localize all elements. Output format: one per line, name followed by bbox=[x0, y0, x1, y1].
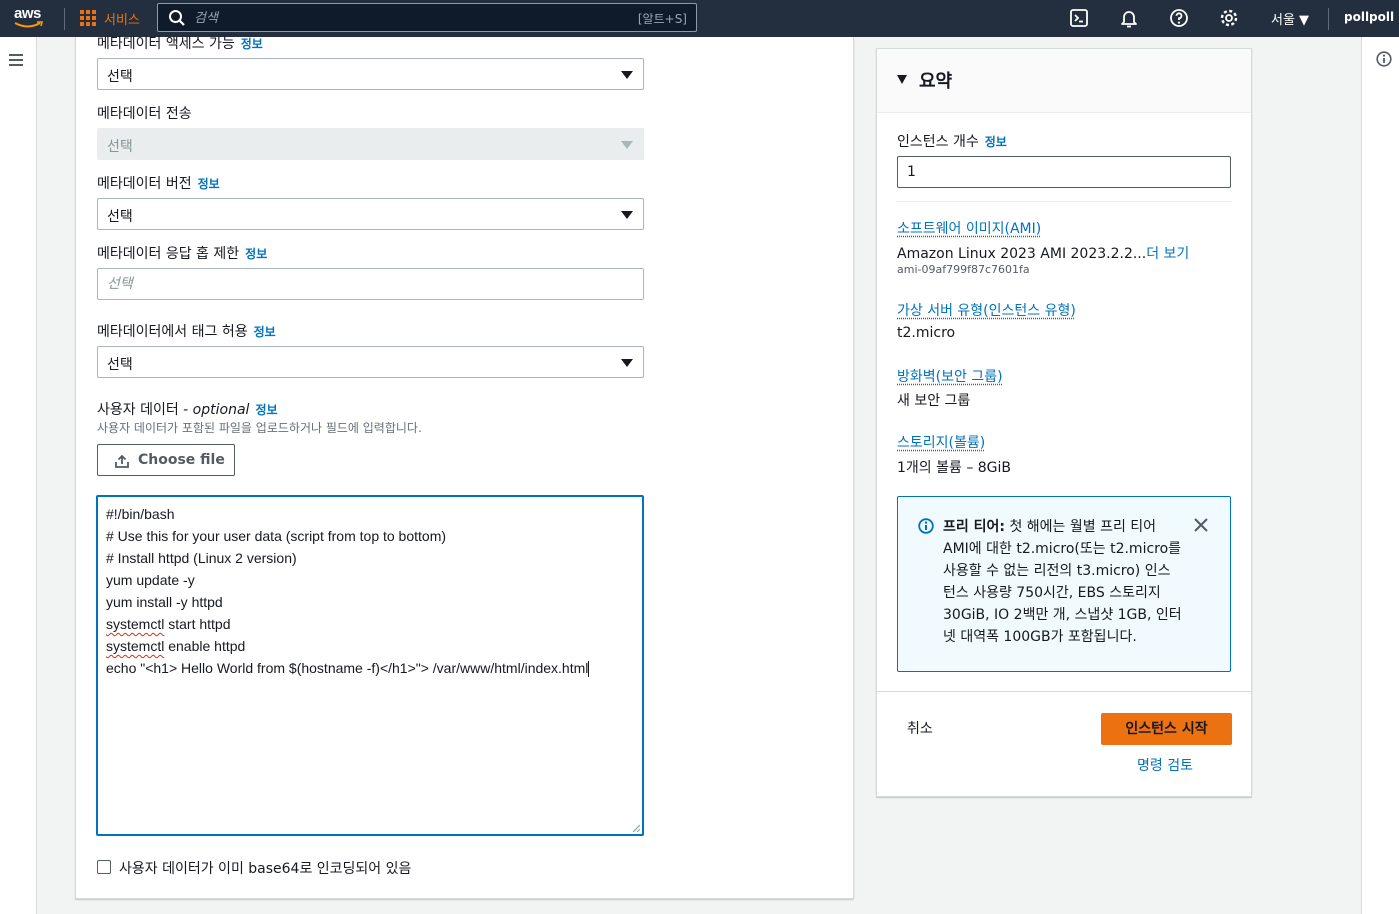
code-line: #!/bin/bash bbox=[106, 506, 175, 522]
instance-type-link[interactable]: 가상 서버 유형(인스턴스 유형) bbox=[897, 300, 1076, 320]
free-tier-alert: 프리 티어: 첫 해에는 월별 프리 티어 AMI에 대한 t2.micro(또… bbox=[897, 496, 1231, 672]
services-grid-icon[interactable] bbox=[80, 10, 96, 26]
code-line: yum install -y httpd bbox=[106, 594, 223, 610]
user-data-textarea[interactable]: #!/bin/bash # Use this for your user data… bbox=[96, 495, 644, 836]
summary-panel: 요약 인스턴스 개수 정보 1 소프트웨어 이미지(AMI) Amazon Lin… bbox=[876, 48, 1252, 797]
instance-type-value: t2.micro bbox=[897, 325, 956, 341]
metadata-transport-label: 메타데이터 전송 bbox=[97, 106, 192, 122]
resize-grip-icon[interactable] bbox=[632, 824, 641, 833]
summary-title: 요약 bbox=[919, 71, 953, 92]
ami-more-link[interactable]: 더 보기 bbox=[1146, 246, 1189, 262]
metadata-hop-limit-input[interactable] bbox=[107, 275, 627, 293]
services-menu[interactable]: 서비스 bbox=[104, 9, 140, 28]
firewall-link[interactable]: 방화벽(보안 그룹) bbox=[897, 366, 1003, 386]
metadata-hop-limit-label: 메타데이터 응답 홉 제한 정보 bbox=[97, 246, 268, 262]
info-link[interactable]: 정보 bbox=[255, 403, 277, 417]
launch-instance-button[interactable]: 인스턴스 시작 bbox=[1101, 713, 1232, 745]
code-line: yum update -y bbox=[106, 572, 195, 588]
search-bar[interactable]: [알트+S] bbox=[157, 3, 697, 32]
storage-link[interactable]: 스토리지(볼륨) bbox=[897, 432, 985, 452]
divider bbox=[877, 691, 1251, 692]
choose-file-button[interactable]: Choose file bbox=[97, 444, 235, 476]
code-line: echo "<h1> Hello World from $(hostname -… bbox=[106, 660, 590, 678]
account-menu[interactable]: pollpoll bbox=[1344, 10, 1394, 24]
metadata-version-select[interactable]: 선택 bbox=[97, 198, 644, 230]
metadata-transport-select: 선택 bbox=[97, 128, 644, 160]
metadata-tags-select[interactable]: 선택 bbox=[97, 346, 644, 378]
info-link[interactable]: 정보 bbox=[245, 247, 267, 261]
info-link[interactable]: 정보 bbox=[254, 325, 276, 339]
divider bbox=[897, 201, 1231, 202]
metadata-access-select[interactable]: 선택 bbox=[97, 58, 644, 90]
base64-checkbox[interactable] bbox=[97, 860, 111, 874]
aws-smile-icon bbox=[14, 21, 44, 28]
help-icon[interactable] bbox=[1169, 8, 1189, 28]
ami-link[interactable]: 소프트웨어 이미지(AMI) bbox=[897, 218, 1041, 238]
info-link[interactable]: 정보 bbox=[985, 135, 1007, 149]
caret-down-icon bbox=[621, 211, 633, 219]
ami-value: Amazon Linux 2023 AMI 2023.2.2...더 보기 bbox=[897, 246, 1190, 262]
collapse-caret-icon bbox=[897, 75, 907, 84]
left-side-strip bbox=[0, 37, 37, 914]
close-icon[interactable] bbox=[1193, 517, 1209, 533]
code-line: # Install httpd (Linux 2 version) bbox=[106, 550, 297, 566]
settings-gear-icon[interactable] bbox=[1219, 8, 1239, 28]
info-panel-icon[interactable] bbox=[1376, 51, 1392, 67]
caret-down-icon bbox=[621, 141, 633, 149]
aws-logo-text: aws bbox=[14, 5, 41, 22]
nav-divider bbox=[1328, 8, 1329, 30]
cloudshell-icon[interactable] bbox=[1069, 8, 1089, 28]
user-data-description: 사용자 데이터가 포함된 파일을 업로드하거나 필드에 입력합니다. bbox=[97, 421, 422, 435]
code-line: # Use this for your user data (script fr… bbox=[106, 528, 447, 544]
info-icon bbox=[918, 518, 934, 534]
ami-id: ami-09af799f87c7601fa bbox=[897, 263, 1030, 276]
right-tools-strip bbox=[1361, 37, 1399, 914]
notifications-bell-icon[interactable] bbox=[1119, 8, 1139, 28]
metadata-access-label: 메타데이터 액세스 가능 정보 bbox=[97, 36, 263, 52]
metadata-hop-limit-field[interactable] bbox=[97, 268, 644, 300]
caret-down-icon bbox=[621, 359, 633, 367]
search-input[interactable] bbox=[194, 8, 574, 28]
user-data-label: 사용자 데이터 - optional 정보 bbox=[97, 402, 278, 418]
summary-header[interactable]: 요약 bbox=[877, 49, 1251, 113]
instance-count-label: 인스턴스 개수 정보 bbox=[897, 134, 1007, 150]
advanced-details-panel: 메타데이터 액세스 가능 정보 선택 메타데이터 전송 선택 메타데이터 버전 정보… bbox=[75, 36, 854, 899]
search-shortcut: [알트+S] bbox=[637, 12, 687, 26]
text-cursor bbox=[588, 661, 590, 678]
base64-checkbox-label: 사용자 데이터가 이미 base64로 인코딩되어 있음 bbox=[119, 861, 412, 877]
free-tier-text: 프리 티어: 첫 해에는 월별 프리 티어 AMI에 대한 t2.micro(또… bbox=[943, 519, 1182, 645]
menu-hamburger-icon[interactable] bbox=[9, 54, 23, 66]
storage-value: 1개의 볼륨 – 8GiB bbox=[897, 460, 1012, 476]
aws-logo[interactable]: aws bbox=[13, 5, 47, 31]
cancel-button[interactable]: 취소 bbox=[907, 718, 933, 738]
firewall-value: 새 보안 그룹 bbox=[897, 393, 971, 409]
region-selector[interactable]: 서울 ▼ bbox=[1271, 9, 1309, 28]
metadata-tags-label: 메타데이터에서 태그 허용 정보 bbox=[97, 324, 276, 340]
nav-divider bbox=[64, 8, 65, 30]
info-link[interactable]: 정보 bbox=[198, 177, 220, 191]
upload-icon bbox=[115, 454, 129, 468]
top-navigation: aws 서비스 [알트+S] 서울 ▼ pollpoll bbox=[0, 0, 1399, 37]
metadata-version-label: 메타데이터 버전 정보 bbox=[97, 176, 220, 192]
code-line: systemctl enable httpd bbox=[106, 638, 246, 654]
info-link[interactable]: 정보 bbox=[241, 37, 263, 51]
search-icon bbox=[169, 10, 185, 26]
code-line: systemctl start httpd bbox=[106, 616, 231, 632]
instance-count-input[interactable]: 1 bbox=[897, 156, 1231, 188]
caret-down-icon bbox=[621, 71, 633, 79]
user-data-content: #!/bin/bash # Use this for your user data… bbox=[106, 503, 590, 679]
review-commands-link[interactable]: 명령 검토 bbox=[1137, 755, 1193, 775]
